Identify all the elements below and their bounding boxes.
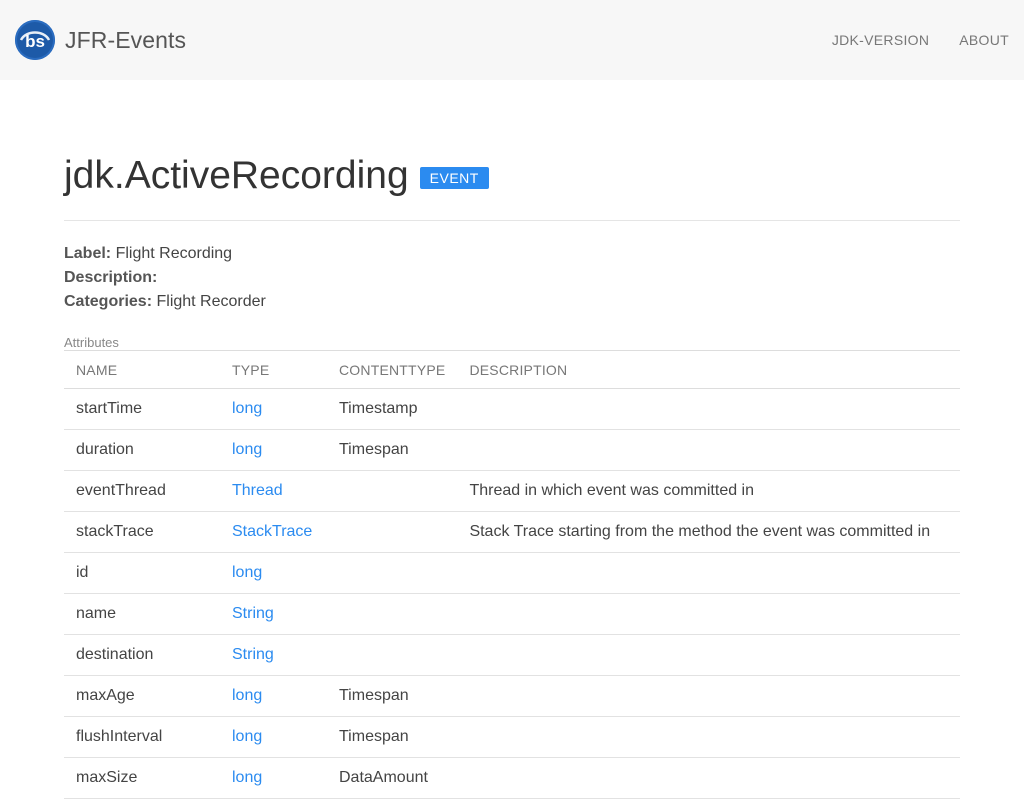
attribute-name: name [64,593,220,635]
attribute-name: eventThread [64,470,220,512]
column-header-contenttype: CONTENTTYPE [327,350,458,389]
attribute-contenttype [327,552,458,594]
attribute-name: maxSize [64,757,220,799]
attribute-contenttype: Timespan [327,675,458,717]
nav-link-jdk-version[interactable]: JDK-VERSION [832,32,929,48]
attribute-type-link[interactable]: long [232,400,262,417]
attribute-name: id [64,552,220,594]
attribute-contenttype [327,511,458,553]
table-row: duration long Timespan [64,429,960,471]
attribute-description: Thread in which event was committed in [457,470,960,512]
attribute-description [457,675,960,717]
attribute-name: stackTrace [64,511,220,553]
table-row: maxSize long DataAmount [64,757,960,799]
attribute-contenttype [327,593,458,635]
table-row: eventThread Thread Thread in which event… [64,470,960,512]
table-row: startTime long Timestamp [64,388,960,430]
attribute-description [457,716,960,758]
attribute-contenttype: Timespan [327,429,458,471]
table-row: stackTrace StackTrace Stack Trace starti… [64,511,960,553]
brand-logo-icon: bs [15,20,55,60]
attribute-name: maxAge [64,675,220,717]
attribute-description: Stack Trace starting from the method the… [457,511,960,553]
attributes-table: NAME TYPE CONTENTTYPE DESCRIPTION startT… [64,350,960,799]
meta-description-key: Description: [64,269,158,286]
attribute-type-link[interactable]: StackTrace [232,523,312,540]
attribute-description [457,757,960,799]
table-row: maxAge long Timespan [64,675,960,717]
column-header-description: DESCRIPTION [457,350,960,389]
attribute-name: startTime [64,388,220,430]
brand-title: JFR-Events [65,26,187,53]
attribute-type-link[interactable]: Thread [232,482,283,499]
attribute-type-link[interactable]: long [232,769,262,786]
attribute-type-link[interactable]: String [232,605,274,622]
attribute-contenttype [327,634,458,676]
attribute-contenttype: DataAmount [327,757,458,799]
page-header: jdk.ActiveRecording EVENT [64,152,960,221]
attribute-description [457,552,960,594]
nav-link-about[interactable]: ABOUT [959,32,1009,48]
table-row: name String [64,593,960,635]
attribute-type-link[interactable]: long [232,564,262,581]
meta-label-row: Label: Flight Recording [64,242,960,266]
meta-categories-key: Categories: [64,293,153,310]
attribute-contenttype: Timestamp [327,388,458,430]
svg-text:bs: bs [25,32,45,51]
attribute-name: destination [64,634,220,676]
attributes-caption: Attributes [64,335,119,350]
attribute-type-link[interactable]: long [232,687,262,704]
navbar: bs JFR-Events JDK-VERSION ABOUT [0,0,1024,80]
attribute-name: duration [64,429,220,471]
nav-links: JDK-VERSION ABOUT [802,32,1009,48]
attribute-description [457,593,960,635]
meta-label-key: Label: [64,245,112,262]
meta-label-value: Flight Recording [115,245,233,262]
attribute-description [457,429,960,471]
column-header-name: NAME [64,350,220,389]
attribute-contenttype: Timespan [327,716,458,758]
page-title: jdk.ActiveRecording [64,154,409,197]
main-content: jdk.ActiveRecording EVENT Label: Flight … [64,80,960,799]
attribute-type-link[interactable]: long [232,728,262,745]
attribute-type-link[interactable]: long [232,441,262,458]
brand-home-link[interactable]: bs JFR-Events [15,20,186,60]
attribute-description [457,388,960,430]
attribute-type-link[interactable]: String [232,646,274,663]
table-row: id long [64,552,960,594]
meta-description-row: Description: [64,266,960,290]
event-meta: Label: Flight Recording Description: Cat… [64,242,960,314]
table-row: destination String [64,634,960,676]
attribute-name: flushInterval [64,716,220,758]
meta-categories-row: Categories: Flight Recorder [64,290,960,314]
attribute-contenttype [327,470,458,512]
meta-categories-value: Flight Recorder [156,293,266,310]
table-header-row: NAME TYPE CONTENTTYPE DESCRIPTION [64,350,960,389]
table-row: flushInterval long Timespan [64,716,960,758]
event-badge: EVENT [419,167,489,189]
column-header-type: TYPE [220,350,327,389]
attribute-description [457,634,960,676]
